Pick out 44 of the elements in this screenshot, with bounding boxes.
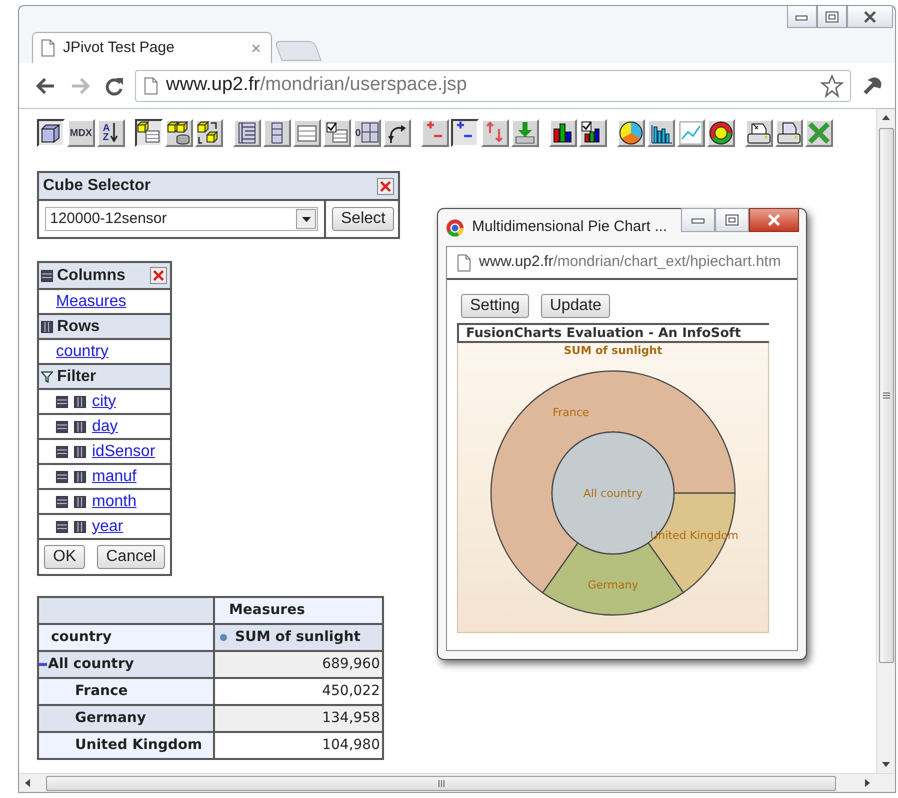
- section-title: Filter: [57, 366, 98, 386]
- cube-dropdown[interactable]: 120000-12sensor: [45, 207, 318, 231]
- address-field[interactable]: www.up2.fr/mondrian/userspace.jsp: [135, 70, 851, 102]
- cancel-button[interactable]: Cancel: [97, 545, 165, 569]
- row-label-cell: France: [38, 678, 214, 705]
- row-label-cell: Germany: [38, 705, 214, 732]
- row-header: country: [38, 624, 214, 651]
- dimension-link[interactable]: manuf: [92, 464, 136, 488]
- ok-button[interactable]: OK: [44, 545, 86, 569]
- dimension-link[interactable]: year: [92, 514, 124, 538]
- section-title: Columns: [57, 266, 126, 286]
- dimension-link[interactable]: city: [92, 390, 116, 414]
- browser-tab[interactable]: JPivot Test Page ×: [32, 32, 272, 63]
- value-cell: 689,960: [214, 651, 383, 678]
- row-label-cell: United Kingdom: [38, 732, 214, 759]
- window-title: Multidimensional Pie Chart ...: [472, 217, 668, 238]
- url-text: www.up2.fr/mondrian/userspace.jsp: [166, 73, 468, 98]
- tab-close-button[interactable]: ×: [251, 40, 261, 56]
- chart-label: All country: [583, 487, 643, 500]
- url-text: www.up2.fr/mondrian/chart_ext/hpiechart.htm: [479, 252, 781, 272]
- row-label-cell: All country: [38, 651, 214, 678]
- tab-title: JPivot Test Page: [63, 38, 176, 58]
- measure-header: SUM of sunlight: [214, 624, 383, 651]
- dimension-link[interactable]: idSensor: [92, 440, 156, 464]
- chart-banner: FusionCharts Evaluation - An InfoSoft: [457, 323, 769, 343]
- chart-label: France: [552, 406, 590, 419]
- panel-title: Cube Selector: [43, 176, 151, 196]
- chart-label: Germany: [588, 578, 638, 592]
- dimension-link[interactable]: Measures: [56, 290, 126, 314]
- empty-rows-button[interactable]: 0: [353, 119, 381, 147]
- value-cell: 450,022: [214, 678, 383, 705]
- chart-title: SUM of sunlight: [564, 344, 662, 357]
- value-cell: 104,980: [214, 732, 383, 759]
- column-header: Measures: [214, 597, 383, 624]
- value-cell: 134,958: [214, 705, 383, 732]
- dimension-link[interactable]: day: [92, 414, 118, 438]
- sort-button[interactable]: AZ: [97, 119, 125, 147]
- section-title: Rows: [57, 316, 101, 336]
- mdx-button[interactable]: MDX: [67, 119, 95, 147]
- update-button[interactable]: Update: [540, 294, 610, 318]
- dimension-link[interactable]: month: [92, 490, 136, 514]
- setting-button[interactable]: Setting: [461, 294, 529, 318]
- select-button[interactable]: Select: [332, 207, 394, 231]
- dimension-link[interactable]: country: [56, 340, 108, 364]
